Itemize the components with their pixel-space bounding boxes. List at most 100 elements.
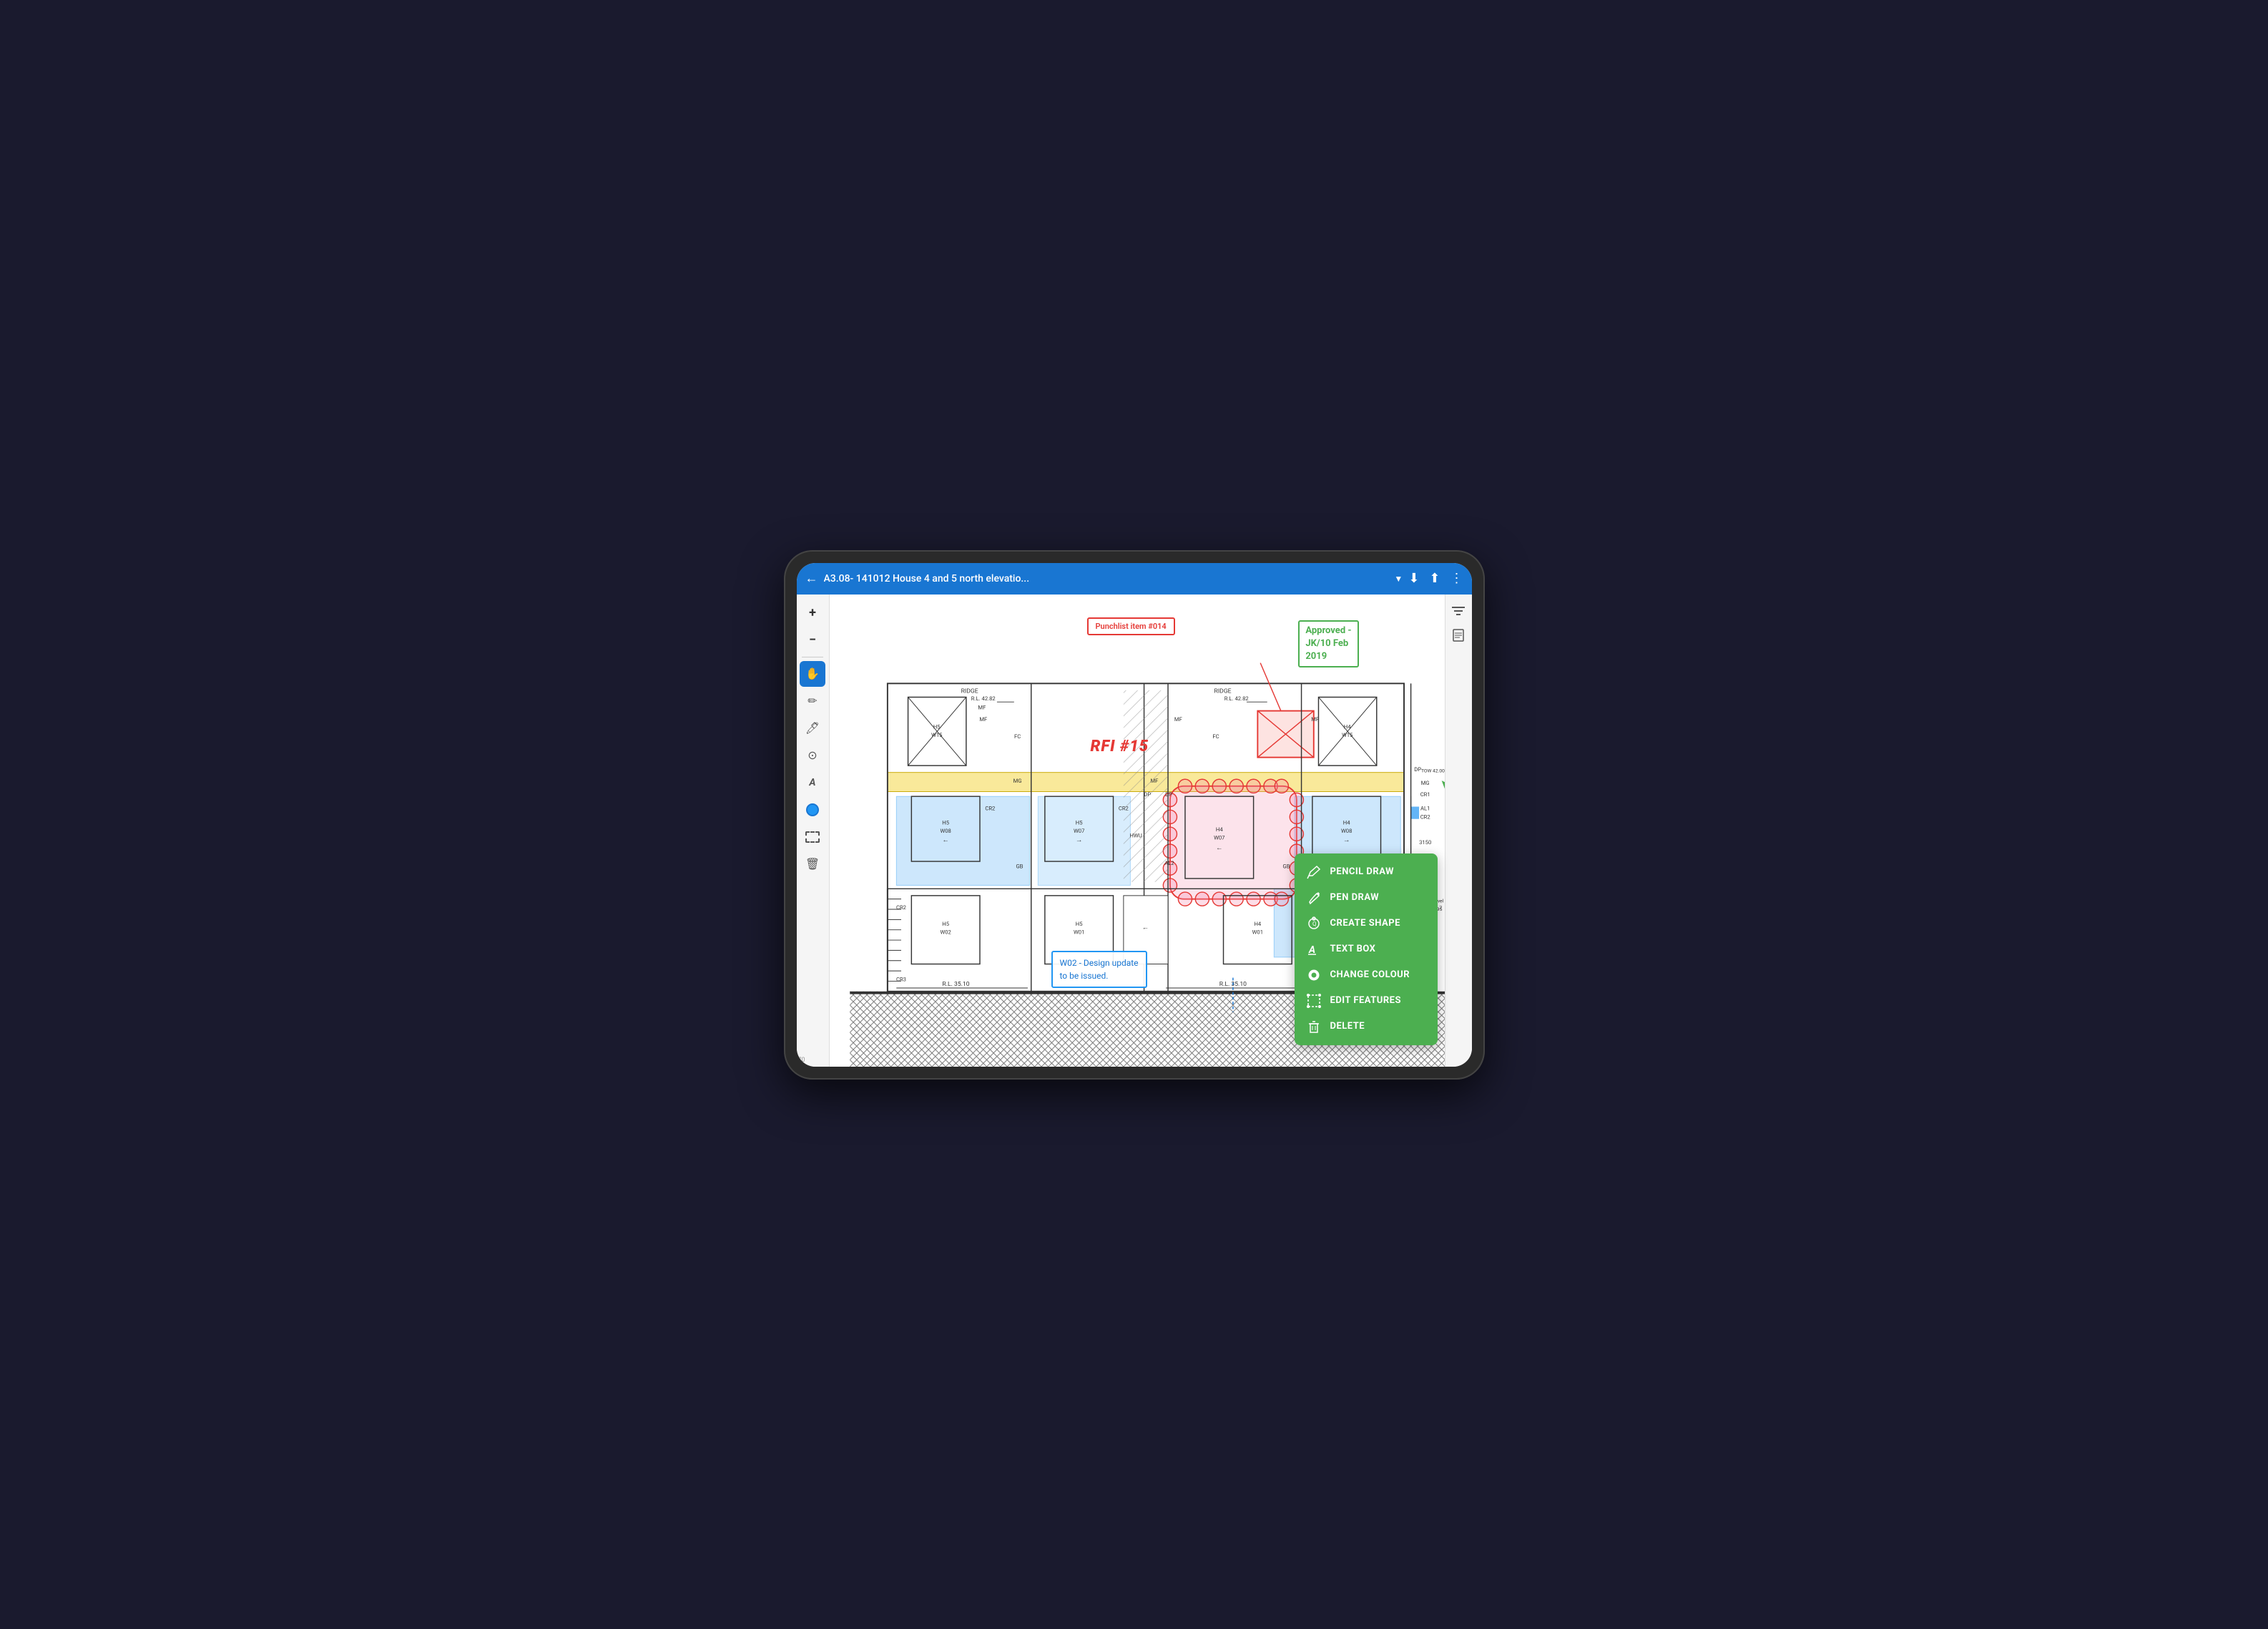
svg-text:R.L. 35.10: R.L. 35.10: [942, 981, 969, 988]
color-indicator: [806, 803, 819, 816]
svg-text:MG: MG: [1013, 778, 1021, 784]
svg-text:CR2: CR2: [985, 805, 996, 811]
edit-features-icon: [1306, 994, 1322, 1008]
svg-text:H4: H4: [1342, 819, 1350, 826]
w02-annotation: W02 - Design updateto be issued.: [1051, 951, 1147, 988]
pan-tool-button[interactable]: ✋: [800, 661, 825, 687]
svg-text:Q: Q: [1312, 921, 1317, 927]
pencil-draw-icon: [1306, 865, 1322, 879]
svg-text:FC: FC: [1212, 733, 1219, 739]
svg-text:RIDGE: RIDGE: [961, 688, 978, 695]
download-button[interactable]: ⬇: [1408, 571, 1419, 586]
pen-draw-icon: [1306, 891, 1322, 905]
edit-features-label: EDIT FEATURES: [1330, 995, 1402, 1006]
svg-text:TOW 42.00: TOW 42.00: [1420, 768, 1444, 773]
pen-draw-label: PEN DRAW: [1330, 892, 1380, 903]
tablet-screen: ← A3.08- 141012 House 4 and 5 north elev…: [797, 563, 1472, 1067]
dropdown-icon[interactable]: ▼: [1394, 574, 1403, 584]
svg-text:W01: W01: [1252, 929, 1262, 935]
left-toolbar: + − ✋ ✏ 🖊 ⊙ A 🗑 70: [797, 595, 830, 1067]
filter-button[interactable]: [1448, 600, 1469, 622]
page-number: 70: [798, 1057, 805, 1064]
svg-text:W07: W07: [1214, 834, 1224, 841]
svg-text:H4: H4: [1343, 723, 1350, 730]
shape-tool-button[interactable]: ⊙: [800, 743, 825, 768]
top-bar-actions: ⬇ ⬆ ⋮: [1408, 571, 1463, 586]
menu-item-change-colour[interactable]: CHANGE COLOUR: [1295, 962, 1438, 988]
svg-text:W15: W15: [1341, 731, 1352, 738]
create-shape-icon: Q: [1306, 916, 1322, 931]
svg-text:MG: MG: [1420, 779, 1429, 786]
menu-item-edit-features[interactable]: EDIT FEATURES: [1295, 988, 1438, 1014]
menu-item-pen-draw[interactable]: PEN DRAW: [1295, 885, 1438, 911]
svg-text:W01: W01: [1074, 929, 1084, 935]
svg-text:MF: MF: [979, 715, 987, 722]
svg-text:MF: MF: [1311, 715, 1319, 722]
text-tool-button[interactable]: A: [800, 770, 825, 796]
svg-text:W07: W07: [1074, 827, 1084, 833]
pen-tool-button[interactable]: 🖊: [800, 715, 825, 741]
more-button[interactable]: ⋮: [1450, 571, 1463, 586]
select-rect-icon: [805, 831, 820, 843]
top-bar: ← A3.08- 141012 House 4 and 5 north elev…: [797, 563, 1472, 595]
svg-text:H5: H5: [1075, 819, 1082, 826]
delete-label: DELETE: [1330, 1021, 1365, 1032]
svg-text:GB: GB: [1282, 863, 1290, 869]
page-view-button[interactable]: [1448, 625, 1469, 646]
text-box-label: TEXT BOX: [1330, 944, 1376, 954]
back-icon: ←: [805, 571, 818, 586]
punchlist-annotation: Punchlist item #014: [1087, 617, 1175, 635]
context-menu: PENCIL DRAW PEN DRAW: [1295, 853, 1438, 1045]
tablet-frame: ← A3.08- 141012 House 4 and 5 north elev…: [784, 550, 1485, 1080]
svg-text:AL1: AL1: [1420, 805, 1429, 811]
right-toolbar: [1445, 595, 1472, 1067]
svg-text:←: ←: [1142, 924, 1149, 931]
svg-text:W08: W08: [940, 827, 951, 833]
svg-text:→: →: [1075, 836, 1082, 844]
zoom-out-button[interactable]: −: [800, 627, 825, 653]
menu-item-create-shape[interactable]: Q CREATE SHAPE: [1295, 911, 1438, 936]
svg-text:GB: GB: [1016, 863, 1023, 869]
share-button[interactable]: ⬆: [1429, 571, 1440, 586]
svg-text:H5: H5: [933, 723, 940, 730]
pencil-draw-label: PENCIL DRAW: [1330, 866, 1395, 877]
menu-item-text-box[interactable]: A TEXT BOX: [1295, 936, 1438, 962]
approved-annotation: Approved -JK/10 Feb2019: [1298, 620, 1358, 668]
svg-text:MF: MF: [1174, 715, 1182, 722]
svg-text:←: ←: [942, 836, 949, 844]
svg-text:3150: 3150: [1419, 839, 1431, 846]
svg-text:H4: H4: [1254, 920, 1261, 926]
svg-text:CR1: CR1: [1420, 791, 1430, 798]
text-box-icon: A: [1306, 942, 1322, 957]
filter-icon: [1452, 605, 1465, 617]
color-tool-button[interactable]: [800, 797, 825, 823]
svg-text:RIDGE: RIDGE: [1214, 688, 1231, 695]
change-colour-icon: [1306, 968, 1322, 982]
svg-text:FC: FC: [1014, 733, 1021, 739]
svg-text:H5: H5: [942, 920, 949, 926]
document-title: A3.08- 141012 House 4 and 5 north elevat…: [824, 573, 1386, 584]
svg-text:CR2: CR2: [1420, 813, 1430, 820]
svg-text:CR3: CR3: [896, 976, 906, 982]
change-colour-label: CHANGE COLOUR: [1330, 969, 1410, 980]
svg-text:R.L. 42.82: R.L. 42.82: [1224, 695, 1249, 702]
svg-text:W15: W15: [931, 731, 942, 738]
delete-tool-button[interactable]: 🗑: [800, 851, 825, 877]
main-area: + − ✋ ✏ 🖊 ⊙ A 🗑 70: [797, 595, 1472, 1067]
back-button[interactable]: ←: [805, 571, 818, 586]
select-tool-button[interactable]: [800, 824, 825, 850]
zoom-in-button[interactable]: +: [800, 600, 825, 626]
svg-text:DP: DP: [1414, 765, 1421, 772]
create-shape-label: CREATE SHAPE: [1330, 918, 1400, 929]
svg-text:R.L. 42.82: R.L. 42.82: [971, 695, 996, 702]
pencil-tool-button[interactable]: ✏: [800, 688, 825, 714]
svg-text:W08: W08: [1341, 827, 1352, 833]
delete-icon: [1306, 1019, 1322, 1034]
page-icon: [1453, 629, 1464, 642]
svg-text:←: ←: [1216, 843, 1223, 851]
svg-text:H5: H5: [1075, 920, 1082, 926]
menu-item-pencil-draw[interactable]: PENCIL DRAW: [1295, 859, 1438, 885]
svg-text:H5: H5: [942, 819, 949, 826]
svg-text:CR2: CR2: [896, 904, 907, 911]
menu-item-delete[interactable]: DELETE: [1295, 1014, 1438, 1039]
